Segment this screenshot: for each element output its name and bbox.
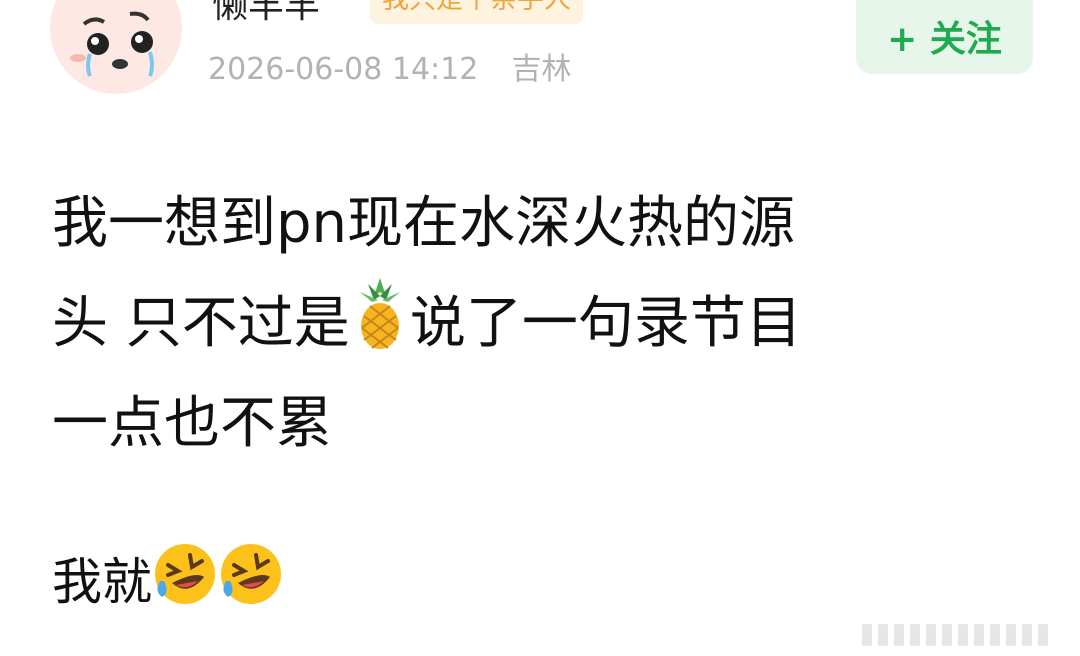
cartoon-face-icon — [56, 0, 176, 90]
post-tail: 我就 — [52, 534, 284, 638]
post-line-2-start: 头 只不过是 — [52, 291, 350, 356]
avatar[interactable] — [50, 0, 182, 94]
post-line-2: 头 只不过是 说了一句录节目 — [52, 274, 1012, 374]
rolling-laughing-icon — [152, 541, 218, 638]
rolling-laughing-icon — [218, 541, 284, 638]
pineapple-icon — [350, 276, 410, 382]
image-placeholder — [1038, 624, 1048, 646]
image-placeholder — [926, 624, 936, 646]
image-placeholder — [878, 624, 888, 646]
image-placeholder — [910, 624, 920, 646]
image-placeholder — [942, 624, 952, 646]
post-line-1: 我一想到pn现在水深火热的源 — [52, 191, 796, 256]
post-body: 我一想到pn现在水深火热的源 头 只不过是 说了一句录节目 一点也不累 — [52, 174, 1012, 474]
image-strip — [862, 624, 1048, 646]
image-placeholder — [894, 624, 904, 646]
username[interactable]: 懒羊羊 — [212, 0, 320, 28]
follow-button-label: + 关注 — [887, 19, 1002, 60]
post-timestamp: 2026-06-08 14:12 — [208, 52, 479, 87]
image-placeholder — [974, 624, 984, 646]
post-meta: 2026-06-08 14:12 吉林 — [208, 44, 571, 88]
image-placeholder — [862, 624, 872, 646]
post-location: 吉林 — [511, 52, 572, 87]
post-line-2-end: 说了一句录节目 — [409, 291, 802, 356]
image-placeholder — [1006, 624, 1016, 646]
image-placeholder — [990, 624, 1000, 646]
image-placeholder — [958, 624, 968, 646]
follow-button[interactable]: + 关注 — [856, 0, 1033, 74]
image-placeholder — [1022, 624, 1032, 646]
user-badge: 我只是个亲手人 — [370, 0, 583, 24]
post-tail-text: 我就 — [52, 553, 152, 611]
post-line-3: 一点也不累 — [52, 391, 332, 456]
